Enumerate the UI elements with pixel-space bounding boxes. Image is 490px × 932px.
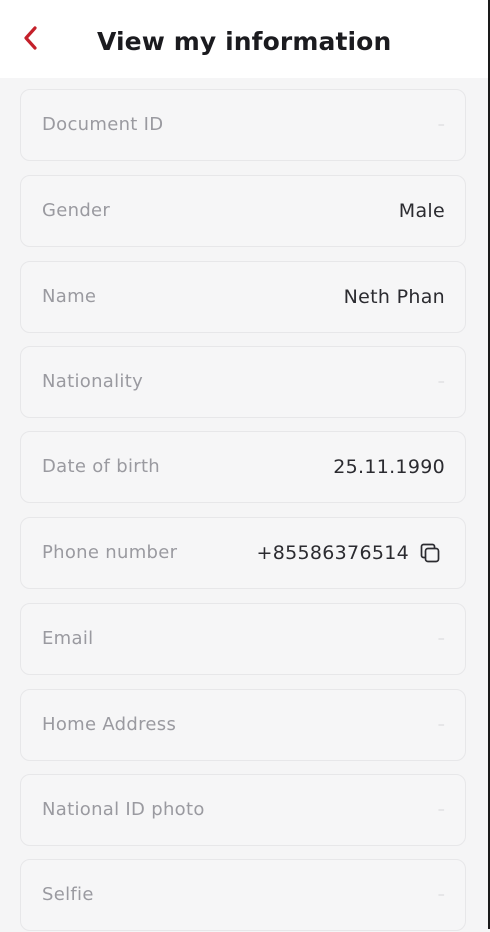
field-value: – <box>437 117 445 133</box>
field-label: Phone number <box>42 542 178 563</box>
field-phone-number: Phone number +85586376514 <box>20 517 466 589</box>
field-document-id: Document ID – <box>20 89 466 161</box>
page-title: View my information <box>97 27 392 56</box>
field-value: – <box>437 887 445 903</box>
copy-icon[interactable] <box>419 542 441 564</box>
field-value: – <box>437 717 445 733</box>
field-date-of-birth: Date of birth 25.11.1990 <box>20 431 466 503</box>
field-gender: Gender Male <box>20 175 466 247</box>
chevron-left-icon <box>20 24 42 56</box>
field-national-id-photo[interactable]: National ID photo – <box>20 774 466 846</box>
field-nationality: Nationality – <box>20 346 466 418</box>
field-value: +85586376514 <box>256 542 409 564</box>
field-value: Neth Phan <box>343 286 445 308</box>
field-home-address: Home Address – <box>20 689 466 761</box>
field-label: Document ID <box>42 114 164 135</box>
field-label: Home Address <box>42 714 177 735</box>
field-selfie[interactable]: Selfie – <box>20 859 466 931</box>
top-app-bar: View my information <box>0 0 490 78</box>
field-value: – <box>437 374 445 390</box>
field-label: Name <box>42 286 97 307</box>
field-label: National ID photo <box>42 799 205 820</box>
field-value: – <box>437 631 445 647</box>
field-email: Email – <box>20 603 466 675</box>
field-label: Nationality <box>42 371 144 392</box>
back-button[interactable] <box>14 22 48 58</box>
field-value: – <box>437 802 445 818</box>
field-name: Name Neth Phan <box>20 261 466 333</box>
field-label: Gender <box>42 200 111 221</box>
field-label: Selfie <box>42 884 94 905</box>
field-value: Male <box>398 200 445 222</box>
field-label: Email <box>42 628 94 649</box>
field-label: Date of birth <box>42 456 161 477</box>
field-value: 25.11.1990 <box>333 456 445 478</box>
